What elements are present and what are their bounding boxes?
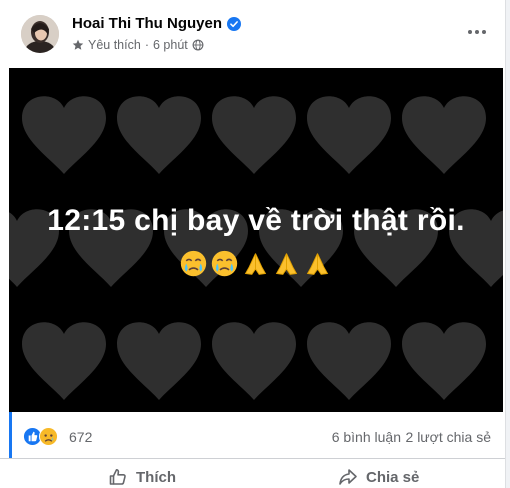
meta-separator: · <box>144 38 149 52</box>
reactions-bar: 672 6 bình luận 2 lượt chia sẻ <box>0 412 505 459</box>
audience-label: Yêu thích <box>88 38 141 52</box>
share-arrow-icon <box>339 469 357 485</box>
share-label: Chia sẻ <box>366 468 420 486</box>
folded-hands-icon <box>306 253 329 275</box>
post-caption-text: 12:15 chị bay về trời thật rồi. <box>47 204 465 237</box>
globe-icon <box>192 39 204 51</box>
crying-face-icon <box>180 250 207 277</box>
like-label: Thích <box>136 468 176 486</box>
thumbs-up-icon <box>109 469 126 485</box>
reaction-icons[interactable] <box>23 427 58 446</box>
author-name-row: Hoai Thi Thu Nguyen <box>72 15 241 32</box>
post-card: Hoai Thi Thu Nguyen Yêu thích · 6 phút 1… <box>0 0 506 488</box>
folded-hands-icon <box>275 253 298 275</box>
avatar[interactable] <box>21 15 59 53</box>
star-icon <box>72 39 84 50</box>
shares-count[interactable]: 2 lượt chia sẻ <box>406 429 491 445</box>
like-button[interactable]: Thích <box>108 467 176 487</box>
post-time[interactable]: 6 phút <box>153 38 188 52</box>
post-actions: Thích Chia sẻ <box>0 459 505 488</box>
hearts-pattern <box>9 96 503 400</box>
verified-badge-icon <box>227 16 241 31</box>
comments-count[interactable]: 6 bình luận <box>332 429 401 445</box>
sad-reaction-icon <box>39 427 58 446</box>
reaction-count[interactable]: 672 <box>69 429 92 445</box>
more-options-icon[interactable] <box>463 22 491 42</box>
post-meta: Yêu thích · 6 phút <box>72 38 204 52</box>
crying-face-icon <box>211 250 238 277</box>
post-image[interactable]: 12:15 chị bay về trời thật rồi. <box>9 68 503 412</box>
folded-hands-icon <box>244 253 267 275</box>
author-name[interactable]: Hoai Thi Thu Nguyen <box>72 15 222 32</box>
share-button[interactable]: Chia sẻ <box>338 467 419 487</box>
post-header: Hoai Thi Thu Nguyen Yêu thích · 6 phút <box>0 0 505 68</box>
emoji-row <box>179 249 332 278</box>
